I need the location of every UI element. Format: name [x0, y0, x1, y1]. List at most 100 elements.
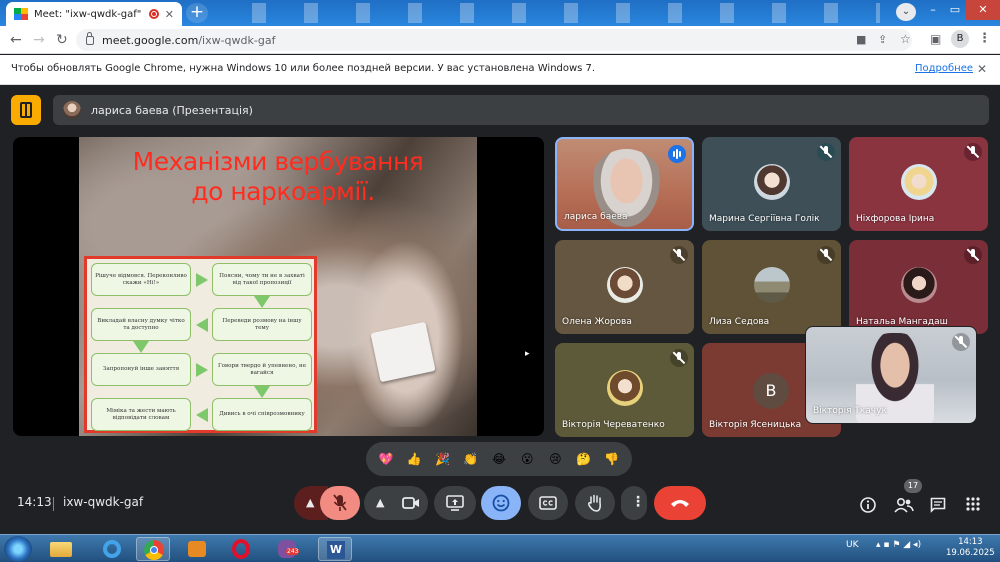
reaction-clapping[interactable]: 👏 — [461, 449, 481, 469]
new-tab-button[interactable]: + — [186, 3, 208, 23]
raise-hand-button[interactable] — [575, 486, 615, 520]
participant-tile[interactable]: Марина Сергіївна Голік — [702, 137, 841, 231]
participant-tile[interactable]: Вікторія Череватенко — [555, 343, 694, 437]
browser-menu-icon[interactable]: ⋮ — [978, 31, 991, 47]
leave-call-button[interactable] — [654, 486, 706, 520]
profile-avatar[interactable]: B — [951, 30, 969, 48]
participant-name: Вікторія Череватенко — [562, 420, 665, 430]
presentation-slide: Механізми вербування до наркоармії. Рішу… — [79, 137, 477, 436]
close-tab-icon[interactable]: ✕ — [165, 8, 174, 21]
scheme-box: Рішуче відмовся. Переконливо скажи «Ні!» — [91, 263, 191, 296]
url-path: /ixw-qwdk-gaf — [198, 33, 276, 47]
media-player-icon[interactable] — [180, 537, 214, 561]
windows-taskbar: 243 W UK ▴ ▪ ⚑ ◢ ◂) 14:13 19.06.2025 — [0, 534, 1000, 562]
microphone-toggle-button[interactable] — [320, 486, 360, 520]
address-bar[interactable]: meet.google.com/ixw-qwdk-gaf ■ ⇪ ☆ — [76, 29, 912, 51]
activities-grid-icon[interactable] — [966, 497, 980, 511]
internet-explorer-icon[interactable] — [94, 537, 128, 561]
desktop-background-icons — [230, 3, 880, 23]
participant-tile[interactable]: Лиза Седова — [702, 240, 841, 334]
meeting-code[interactable]: ixw-qwdk-gaf — [63, 495, 143, 509]
scheme-arrow-right — [196, 363, 208, 377]
system-date: 19.06.2025 — [946, 548, 995, 558]
people-count-badge: 17 — [904, 479, 922, 493]
camera-icon[interactable]: ■ — [856, 33, 866, 46]
reaction-laughing[interactable]: 😂 — [489, 449, 509, 469]
video-options-chevron-up-icon[interactable]: ▲ — [376, 496, 384, 509]
pin-presentation-button[interactable] — [11, 95, 41, 125]
infobar-learn-more-link[interactable]: Подробнее — [915, 63, 973, 74]
chevron-up-icon: ▲ — [306, 496, 315, 509]
bookmark-star-icon[interactable]: ☆ — [900, 32, 911, 46]
presentation-stage[interactable]: Механізми вербування до наркоармії. Рішу… — [13, 137, 544, 436]
reaction-thumbs-up[interactable]: 👍 — [404, 449, 424, 469]
captions-button[interactable] — [528, 486, 568, 520]
participant-name: Вікторія Ткачук — [813, 406, 887, 416]
chat-icon[interactable] — [930, 497, 946, 513]
infobar-message: Чтобы обновлять Google Chrome, нужна Win… — [11, 63, 596, 74]
infobar-close-icon[interactable]: ✕ — [977, 62, 987, 76]
raise-hand-icon — [588, 494, 601, 512]
people-icon[interactable] — [894, 497, 914, 513]
camera-group: ▲ — [364, 486, 428, 520]
viber-icon[interactable]: 243 — [270, 537, 304, 561]
meet-call: лариса баева (Презентація) Механізми вер… — [0, 86, 1000, 534]
participant-tile[interactable]: Ніхфорова Ірина — [849, 137, 988, 231]
scheme-box: Дивись в очі співрозмовнику — [212, 398, 312, 431]
keyboard-language[interactable]: UK — [846, 540, 859, 550]
browser-tab-meet[interactable]: Meet: "ixw-qwdk-gaf" ✕ — [6, 2, 182, 26]
tray-icons[interactable]: ▴ ▪ ⚑ ◢ ◂) — [876, 540, 921, 550]
reaction-thinking[interactable]: 🤔 — [574, 449, 594, 469]
window-maximize-button[interactable]: ▭ — [944, 0, 966, 20]
scheme-box: Переведи розмову на іншу тему — [212, 308, 312, 341]
smiley-icon — [492, 494, 510, 512]
more-options-button[interactable]: ⋮ — [621, 486, 647, 520]
reactions-bar: 💖 👍 🎉 👏 😂 😮 😢 🤔 👎 — [366, 442, 632, 476]
back-arrow-icon[interactable]: ← — [10, 32, 22, 48]
start-button[interactable] — [4, 536, 32, 562]
forward-arrow-icon[interactable]: → — [33, 32, 45, 48]
scheme-box: Поясни, чому ти не в захваті від такої п… — [212, 263, 312, 296]
mic-off-icon — [964, 246, 982, 264]
window-close-button[interactable]: ✕ — [966, 0, 1000, 20]
participant-avatar — [901, 164, 937, 200]
speaking-indicator-icon — [668, 145, 686, 163]
meeting-details-info-icon[interactable] — [860, 497, 876, 513]
reaction-party-popper[interactable]: 🎉 — [433, 449, 453, 469]
mic-off-icon — [817, 143, 835, 161]
reaction-crying[interactable]: 😢 — [545, 449, 565, 469]
system-time: 14:13 — [958, 537, 983, 547]
reactions-button[interactable] — [481, 486, 521, 520]
chrome-taskbar-icon[interactable] — [136, 537, 170, 561]
self-view-tile[interactable]: Вікторія Ткачук — [805, 326, 977, 424]
explorer-icon[interactable] — [44, 537, 78, 561]
window-minimize-button[interactable]: – — [922, 0, 944, 20]
tab-search-icon[interactable]: ⌄ — [896, 3, 916, 21]
reaction-surprised[interactable]: 😮 — [517, 449, 537, 469]
present-screen-icon — [446, 495, 464, 511]
system-clock[interactable]: 14:13 19.06.2025 — [946, 537, 995, 559]
participant-name: Вікторія Ясеницька — [709, 420, 802, 430]
scheme-box: Говори твердо й упевнено, не вагайся — [212, 353, 312, 386]
side-panel-icon[interactable]: ▣ — [930, 31, 941, 47]
reaction-sparkling-heart[interactable]: 💖 — [376, 449, 396, 469]
captions-icon — [539, 496, 557, 510]
slide-title-line-2: до наркоармії. — [191, 177, 375, 206]
scheme-arrow-down — [133, 341, 149, 353]
reaction-thumbs-down[interactable]: 👎 — [602, 449, 622, 469]
more-vert-icon: ⋮ — [631, 494, 645, 510]
mic-off-icon — [964, 143, 982, 161]
presenter-banner[interactable]: лариса баева (Презентація) — [53, 95, 989, 125]
scheme-box: Запропонуй інше заняття — [91, 353, 191, 386]
lock-icon[interactable] — [86, 31, 94, 45]
share-icon[interactable]: ⇪ — [878, 33, 887, 46]
camera-icon[interactable] — [402, 496, 420, 510]
opera-icon[interactable] — [224, 537, 258, 561]
participant-tile[interactable]: Олена Жорова — [555, 240, 694, 334]
participant-tile[interactable]: Натальа Мангадаш — [849, 240, 988, 334]
word-icon[interactable]: W — [318, 537, 352, 561]
reload-icon[interactable]: ↻ — [56, 32, 68, 48]
mouse-cursor-icon: ▸ — [525, 349, 530, 359]
participant-tile[interactable]: лариса баева — [555, 137, 694, 231]
present-screen-button[interactable] — [434, 486, 476, 520]
